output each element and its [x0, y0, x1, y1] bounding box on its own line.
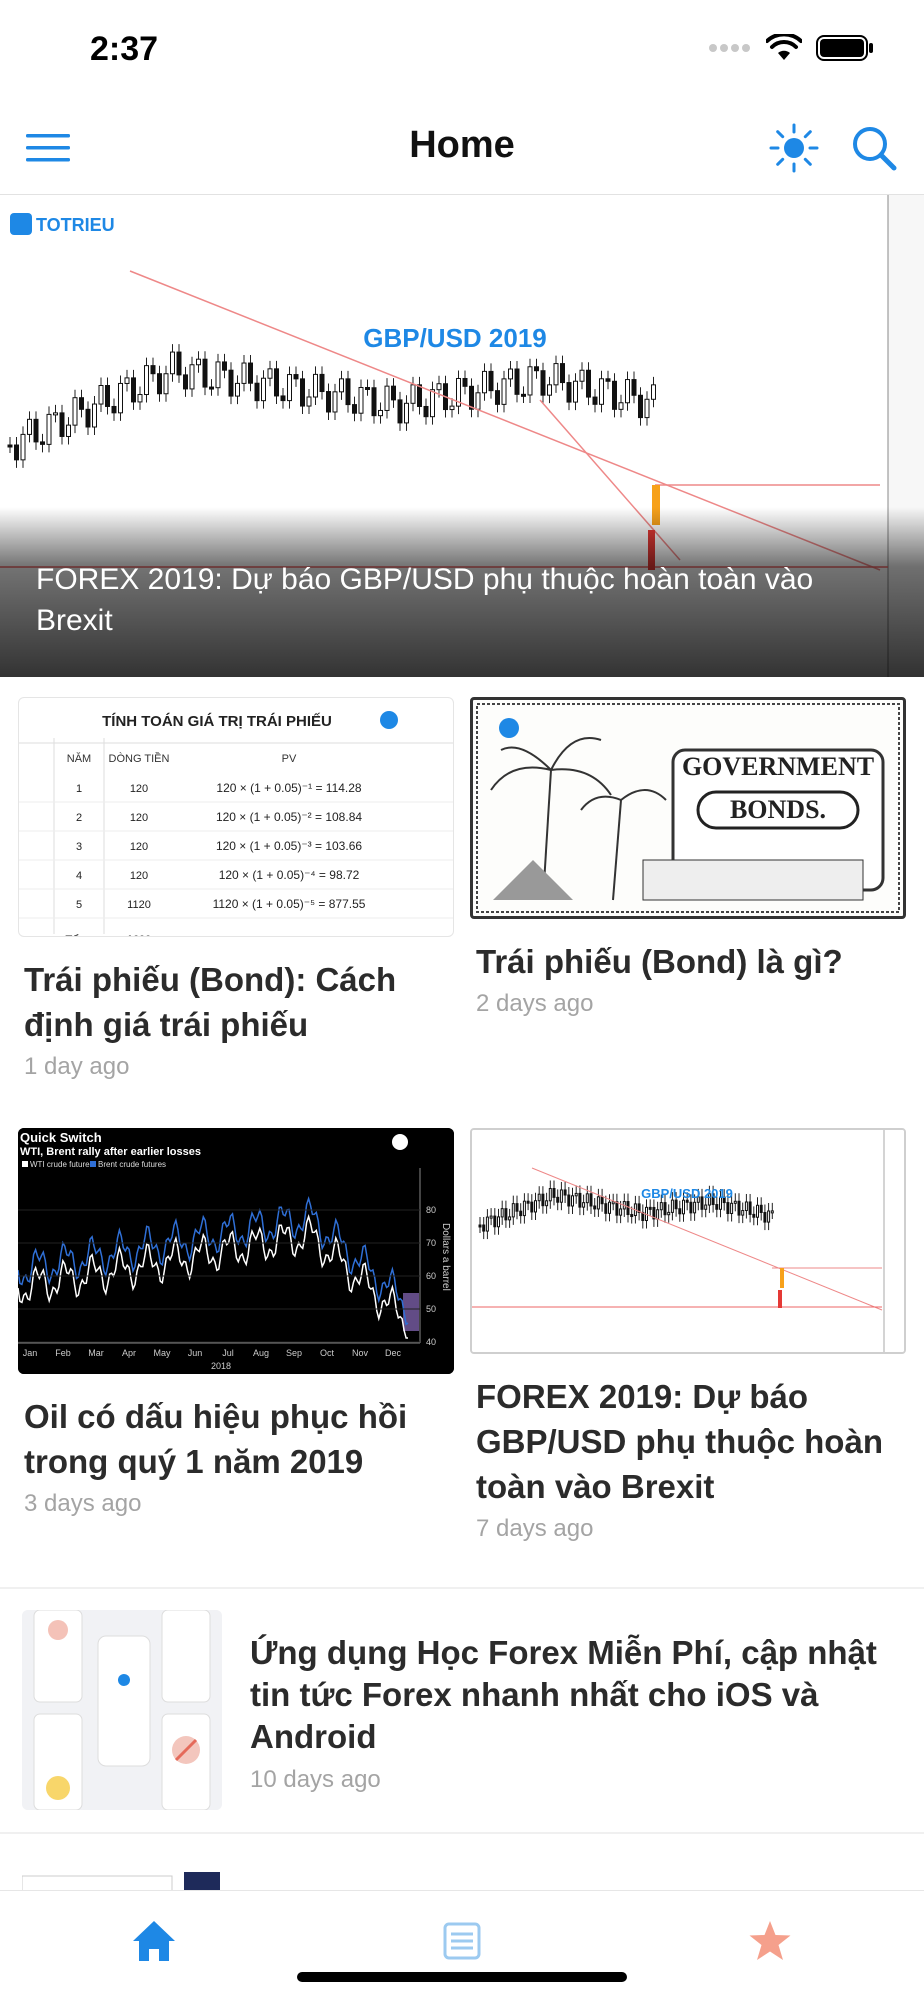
status-icons — [708, 34, 874, 62]
list-item-time: 10 days ago — [250, 1766, 381, 1793]
search-button[interactable] — [846, 120, 902, 176]
tab-home[interactable] — [124, 1911, 184, 1971]
oil-month-label: Mar — [88, 1348, 104, 1358]
tab-list[interactable] — [432, 1911, 492, 1971]
hero-title: FOREX 2019: Dự báo GBP/USD phụ thuộc hoà… — [36, 563, 814, 637]
oil-legend-brent: Brent crude futures — [98, 1160, 166, 1169]
bond-table-cell: 3 — [76, 841, 82, 853]
status-bar: 2:37 — [0, 0, 924, 100]
oil-ytick-label: 70 — [426, 1238, 436, 1248]
bond-col-year: NĂM — [67, 752, 91, 765]
card-time: 7 days ago — [476, 1515, 594, 1542]
card-image: Quick Switch WTI, Brent rally after earl… — [18, 1128, 454, 1374]
oil-month-label: Jan — [23, 1348, 38, 1358]
bond-table-cell: 120 × (1 + 0.05)⁻¹ = 114.28 — [216, 781, 362, 795]
bond-col-pv: PV — [282, 753, 297, 765]
bond-table-cell: 120 × (1 + 0.05)⁻² = 108.84 — [216, 810, 362, 824]
article-card[interactable]: TÍNH TOÁN GIÁ TRỊ TRÁI PHIẾU NĂM DÒNG TI… — [18, 697, 454, 1081]
bond-table-cell: 120 — [130, 812, 148, 824]
oil-month-label: Oct — [320, 1348, 335, 1358]
bond-table-cell: 120 × (1 + 0.05)⁻³ = 103.66 — [216, 839, 362, 853]
bond-table-cell: 120 — [130, 783, 148, 795]
card-image: GBP/USD 2019 — [470, 1128, 906, 1354]
oil-month-label: May — [153, 1348, 171, 1358]
bond-table-cell: 2 — [76, 812, 82, 824]
list-item-thumbnail — [22, 1610, 222, 1810]
bond-table-cell: 1120 — [127, 899, 151, 911]
oil-month-label: Aug — [253, 1348, 269, 1358]
tab-favorites[interactable] — [740, 1911, 800, 1971]
partial-list-item-thumbnail — [22, 1872, 222, 1892]
list-item[interactable]: Ứng dụng Học Forex Miễn Phí, cập nhật ti… — [22, 1610, 902, 1810]
hero-chart-label: GBP/USD 2019 — [363, 323, 547, 353]
oil-chart-title: Quick Switch — [20, 1130, 102, 1145]
search-icon — [853, 127, 897, 171]
oil-month-label: Jul — [222, 1348, 234, 1358]
oil-ylabel: Dollars a barrel — [440, 1223, 451, 1291]
card-title: FOREX 2019: Dự báo GBP/USD phụ thuộc hoà… — [476, 1378, 883, 1505]
oil-month-label: Jun — [188, 1348, 203, 1358]
bond-image-line2: BONDS. — [730, 795, 826, 824]
list-item-text: Ứng dụng Học Forex Miễn Phí, cập nhật ti… — [250, 1632, 910, 1794]
card-image: GOVERNMENT BONDS. — [470, 697, 906, 919]
divider — [0, 1587, 924, 1589]
featured-article[interactable]: GBP/USD 2019 TOTRIEU FOREX 2019: Dự báo … — [0, 195, 924, 677]
oil-ytick-label: 60 — [426, 1271, 436, 1281]
bond-table-heading: TÍNH TOÁN GIÁ TRỊ TRÁI PHIẾU — [102, 713, 332, 730]
bond-table-cell: Tổng — [66, 934, 93, 936]
theme-toggle-button[interactable] — [766, 120, 822, 176]
article-card[interactable]: Quick Switch WTI, Brent rally after earl… — [18, 1128, 454, 1518]
bond-table-cell: 1120 × (1 + 0.05)⁻⁵ = 877.55 — [213, 897, 366, 911]
card-image: TÍNH TOÁN GIÁ TRỊ TRÁI PHIẾU NĂM DÒNG TI… — [18, 697, 454, 937]
bond-table-cell: 5 — [76, 899, 82, 911]
home-icon — [133, 1921, 175, 1961]
card-title: Trái phiếu (Bond): Cách định giá trái ph… — [24, 961, 397, 1043]
small-chart-label: GBP/USD 2019 — [641, 1186, 733, 1201]
oil-year-label: 2018 — [211, 1361, 231, 1371]
home-indicator — [297, 1972, 627, 1982]
bond-col-cashflow: DÒNG TIỀN — [109, 752, 170, 765]
status-time: 2:37 — [90, 30, 159, 68]
bond-image-line1: GOVERNMENT — [682, 752, 874, 781]
article-card[interactable]: GOVERNMENT BONDS. Trái phiếu (Bond) là g… — [470, 697, 906, 1018]
bond-table-cell: 1 — [76, 783, 82, 795]
card-title: Oil có dấu hiệu phục hồi trong quý 1 năm… — [24, 1398, 408, 1480]
bond-table-cell: 114.28 + 108.81 + 103.66 + 98.72 + 877.5… — [169, 935, 409, 936]
oil-ytick-label: 50 — [426, 1304, 436, 1314]
signal-icon — [709, 44, 750, 52]
list-icon — [443, 1922, 481, 1960]
oil-legend-wti: WTI crude futures — [30, 1160, 94, 1169]
oil-month-label: Apr — [122, 1348, 136, 1358]
wifi-icon — [766, 34, 802, 60]
oil-ytick-label: 40 — [426, 1337, 436, 1347]
card-time: 1 day ago — [24, 1053, 130, 1080]
bond-table-cell: 1600 — [127, 934, 151, 936]
oil-chart-subtitle: WTI, Brent rally after earlier losses — [20, 1146, 201, 1158]
sun-icon — [769, 123, 819, 173]
oil-month-label: Nov — [352, 1348, 369, 1358]
battery-icon — [816, 35, 873, 61]
bond-table-cell: 120 — [130, 870, 148, 882]
tab-bar — [0, 1890, 924, 2000]
oil-month-label: Sep — [286, 1348, 302, 1358]
divider — [0, 1832, 924, 1834]
card-title: Trái phiếu (Bond) là gì? — [476, 943, 843, 980]
bond-table-cell: 4 — [76, 870, 82, 882]
card-time: 3 days ago — [24, 1490, 142, 1517]
nav-bar: Home — [0, 100, 924, 195]
oil-month-label: Dec — [385, 1348, 402, 1358]
card-time: 2 days ago — [476, 990, 594, 1017]
oil-ytick-label: 80 — [426, 1205, 436, 1215]
hero-watermark: TOTRIEU — [36, 215, 115, 235]
bond-table-cell: 120 — [130, 841, 148, 853]
bond-table-cell: 120 × (1 + 0.05)⁻⁴ = 98.72 — [219, 868, 360, 882]
oil-month-label: Feb — [55, 1348, 71, 1358]
star-icon — [749, 1921, 791, 1960]
list-item-title: Ứng dụng Học Forex Miễn Phí, cập nhật ti… — [250, 1634, 877, 1755]
article-card[interactable]: GBP/USD 2019 FOREX 2019: Dự báo GBP/USD … — [470, 1128, 906, 1543]
